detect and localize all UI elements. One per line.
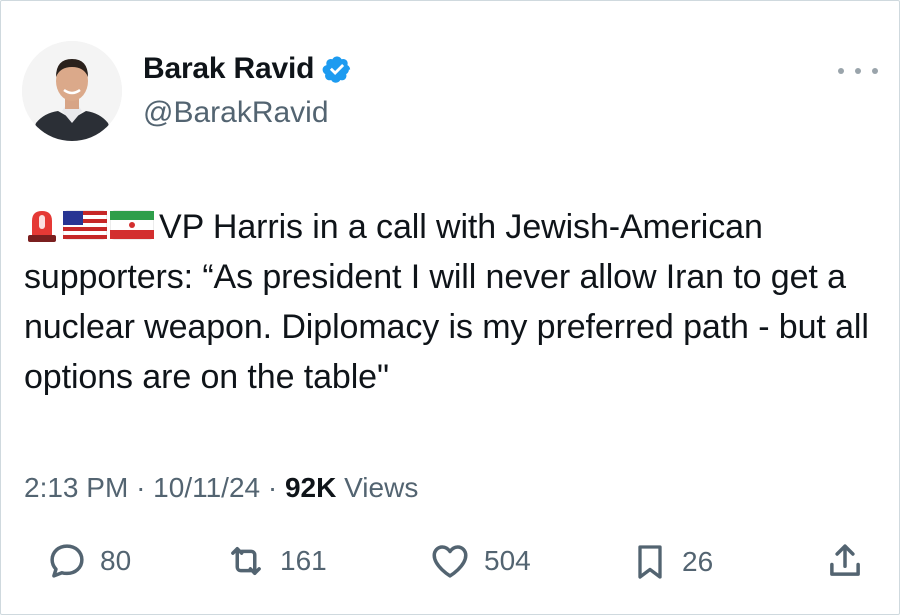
meta-separator: · xyxy=(267,472,278,503)
views-count: 92K xyxy=(284,472,337,503)
us-flag-emoji xyxy=(63,210,107,240)
repost-count: 161 xyxy=(280,545,327,576)
reply-count: 80 xyxy=(100,545,132,576)
bookmark-button[interactable]: 26 xyxy=(630,540,713,584)
rotating-light-emoji xyxy=(28,211,56,242)
more-dots-icon[interactable] xyxy=(838,63,878,79)
tweet-date[interactable]: 10/11/24 xyxy=(153,472,260,503)
reply-icon xyxy=(50,544,84,578)
action-bar: 80 161 504 26 xyxy=(0,540,900,600)
views-label: Views xyxy=(344,472,419,503)
meta-separator: · xyxy=(136,472,146,503)
repost-icon xyxy=(231,547,261,575)
heart-icon xyxy=(432,545,468,578)
like-count: 504 xyxy=(484,545,531,576)
tweet-emojis xyxy=(24,207,157,243)
author-name-row: Barak Ravid xyxy=(143,52,352,86)
reply-button[interactable]: 80 xyxy=(46,540,131,582)
author-display-name[interactable]: Barak Ravid xyxy=(143,52,314,86)
iran-flag-emoji xyxy=(110,210,154,240)
verified-badge-icon xyxy=(322,56,351,83)
share-icon xyxy=(830,544,860,576)
like-button[interactable]: 504 xyxy=(428,540,531,582)
tweet-meta: 2:13 PM · 10/11/24 · 92K Views xyxy=(24,472,418,504)
repost-button[interactable]: 161 xyxy=(224,540,327,582)
bookmark-count: 26 xyxy=(682,546,714,577)
share-button[interactable] xyxy=(824,540,866,582)
avatar[interactable] xyxy=(22,41,122,141)
tweet-time[interactable]: 2:13 PM xyxy=(24,472,128,503)
author-handle[interactable]: @BarakRavid xyxy=(143,96,329,130)
tweet-text: VP Harris in a call with Jewish-American… xyxy=(24,202,884,402)
bookmark-icon xyxy=(638,545,662,579)
